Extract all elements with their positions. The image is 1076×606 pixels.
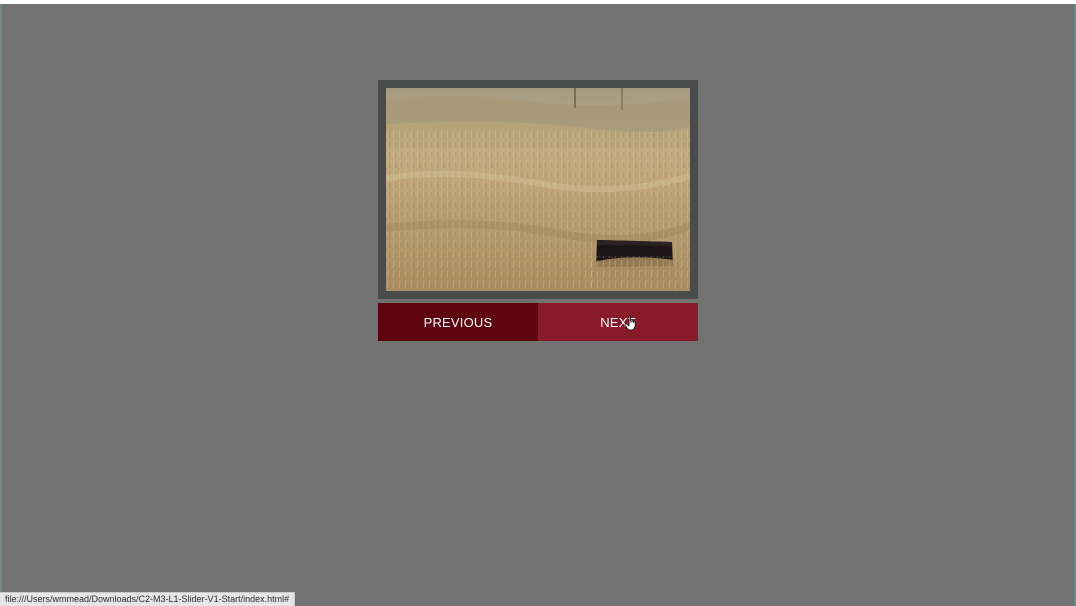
browser-status-bar: file:///Users/wmmead/Downloads/C2-M3-L1-… (0, 592, 296, 606)
previous-button[interactable]: PREVIOUS (378, 303, 538, 341)
status-bar-url: file:///Users/wmmead/Downloads/C2-M3-L1-… (5, 594, 290, 604)
next-button[interactable]: NEXT (538, 303, 698, 341)
previous-button-label: PREVIOUS (423, 314, 493, 330)
slider-controls: PREVIOUS NEXT (378, 303, 698, 341)
slide-frame (378, 80, 698, 299)
browser-top-edge (0, 0, 1076, 4)
image-slider: PREVIOUS NEXT (378, 80, 698, 341)
hand-pointer-icon (624, 315, 636, 331)
slide-image (386, 88, 690, 291)
window-left-edge (0, 4, 2, 606)
